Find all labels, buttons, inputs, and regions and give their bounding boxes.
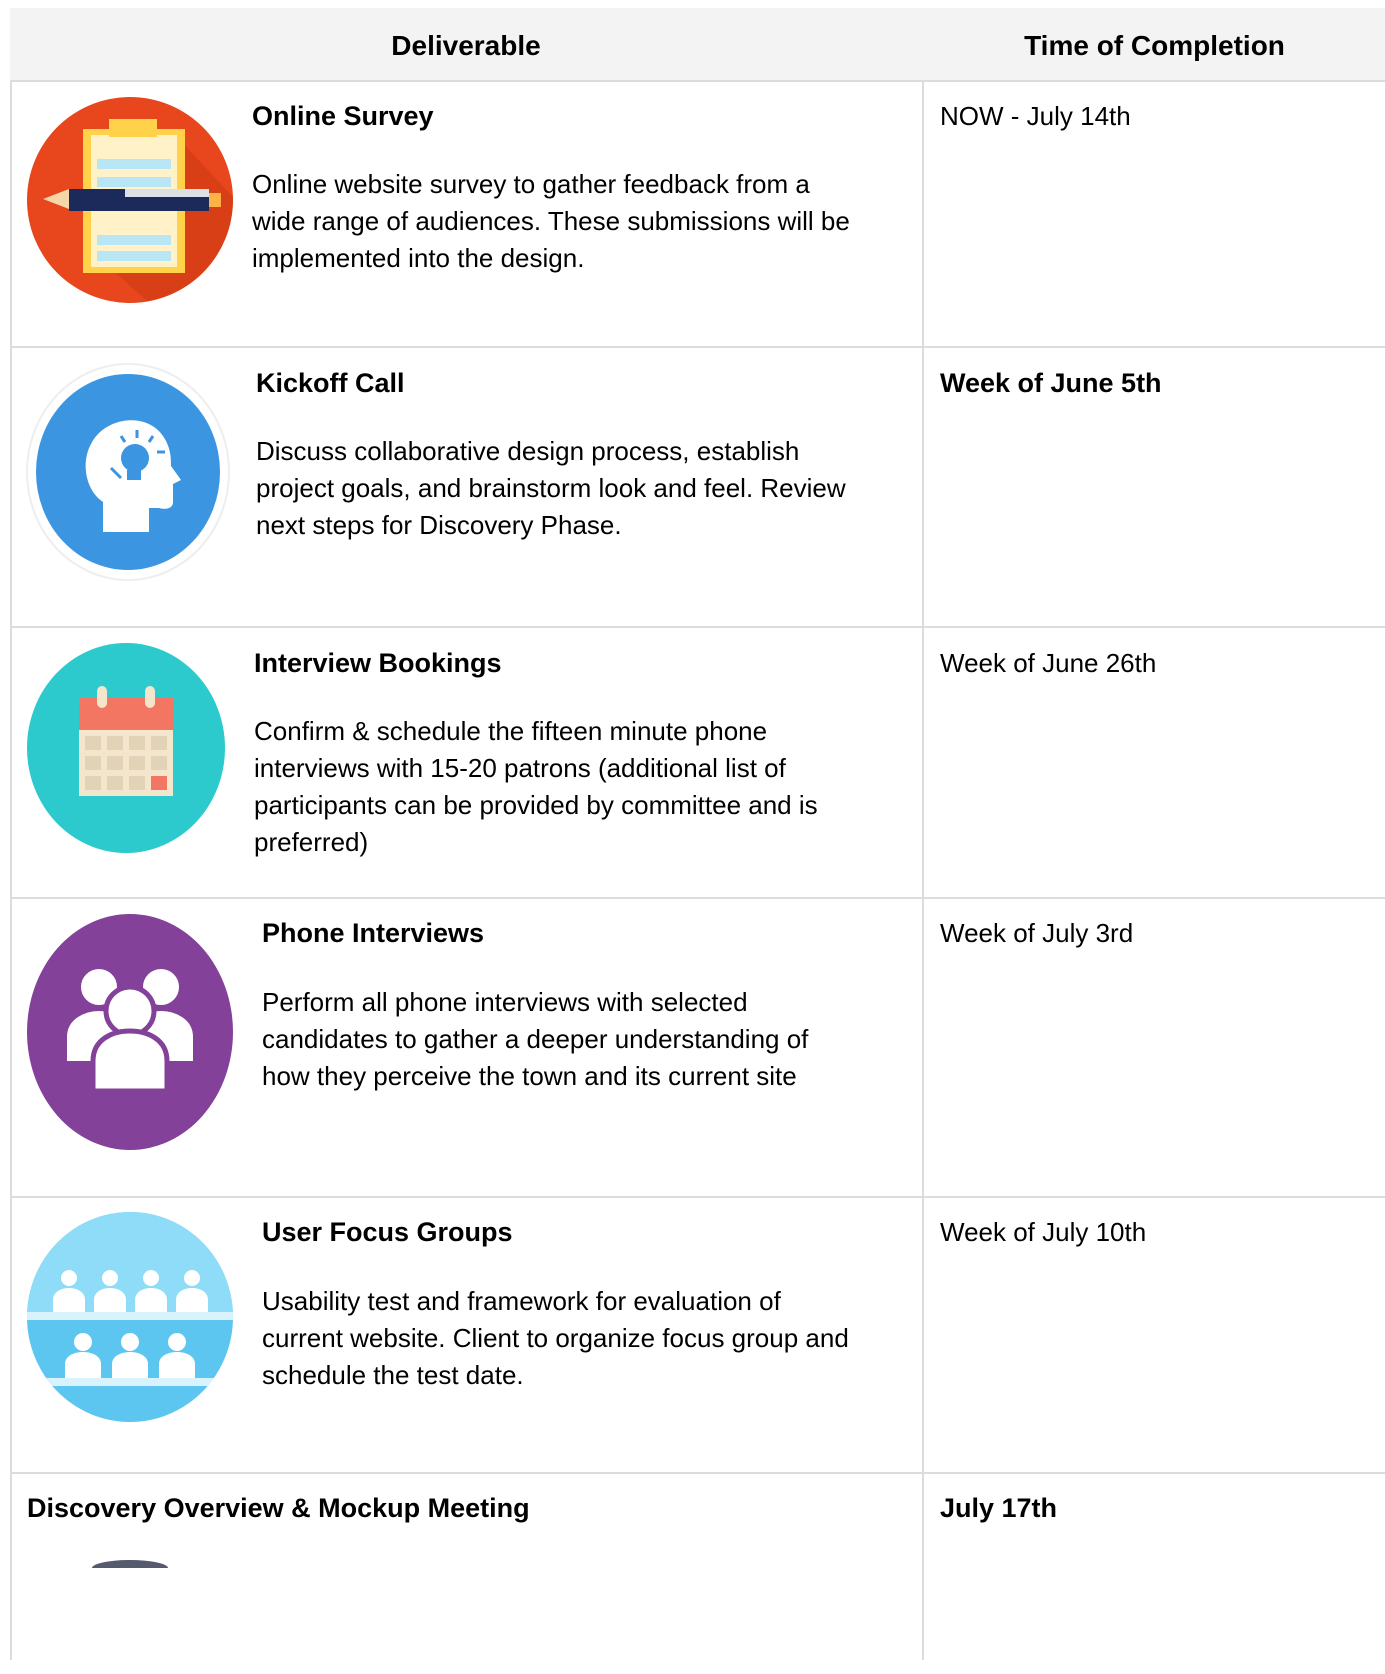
header-time-of-completion: Time of Completion xyxy=(1024,30,1285,61)
completion-time: Week of June 26th xyxy=(940,648,1157,678)
deliverable-title: User Focus Groups xyxy=(262,1217,513,1247)
table-row-kickoff-call: Kickoff Call Discuss collaborative desig… xyxy=(10,348,1385,628)
deliverable-description: Usability test and framework for evaluat… xyxy=(262,1286,849,1390)
deliverables-table: Deliverable Time of Completion Online Su… xyxy=(10,8,1385,1674)
deliverable-title: Interview Bookings xyxy=(254,648,502,678)
deliverable-description: Discuss collaborative design process, es… xyxy=(256,436,846,540)
clipboard-survey-icon xyxy=(27,97,233,303)
completion-time: NOW - July 14th xyxy=(940,101,1131,131)
audience-icon xyxy=(27,1212,233,1422)
completion-time: Week of July 10th xyxy=(940,1217,1147,1247)
deliverable-description: Confirm & schedule the fifteen minute ph… xyxy=(254,716,818,857)
table-row-online-survey: Online Survey Online website survey to g… xyxy=(10,82,1385,348)
table-header-row: Deliverable Time of Completion xyxy=(10,8,1385,82)
deliverable-description: Perform all phone interviews with select… xyxy=(262,987,809,1091)
calendar-icon xyxy=(27,643,225,853)
deliverable-description: Online website survey to gather feedback… xyxy=(252,169,850,273)
idea-head-icon xyxy=(26,363,230,581)
deliverable-title: Kickoff Call xyxy=(256,368,405,398)
partial-icon xyxy=(92,1560,168,1568)
completion-time: Week of June 5th xyxy=(940,368,1162,398)
table-row-phone-interviews: Phone Interviews Perform all phone inter… xyxy=(10,899,1385,1198)
table-row-interview-bookings: Interview Bookings Confirm & schedule th… xyxy=(10,628,1385,899)
completion-time: Week of July 3rd xyxy=(940,918,1134,948)
table-row-discovery-overview: Discovery Overview & Mockup Meeting July… xyxy=(10,1474,1385,1674)
people-group-icon xyxy=(27,914,233,1150)
deliverable-title: Discovery Overview & Mockup Meeting xyxy=(27,1493,530,1523)
header-deliverable: Deliverable xyxy=(391,30,541,61)
table-row-user-focus-groups: User Focus Groups Usability test and fra… xyxy=(10,1198,1385,1474)
deliverable-title: Online Survey xyxy=(252,101,434,131)
completion-time: July 17th xyxy=(940,1493,1058,1523)
deliverable-title: Phone Interviews xyxy=(262,918,485,948)
